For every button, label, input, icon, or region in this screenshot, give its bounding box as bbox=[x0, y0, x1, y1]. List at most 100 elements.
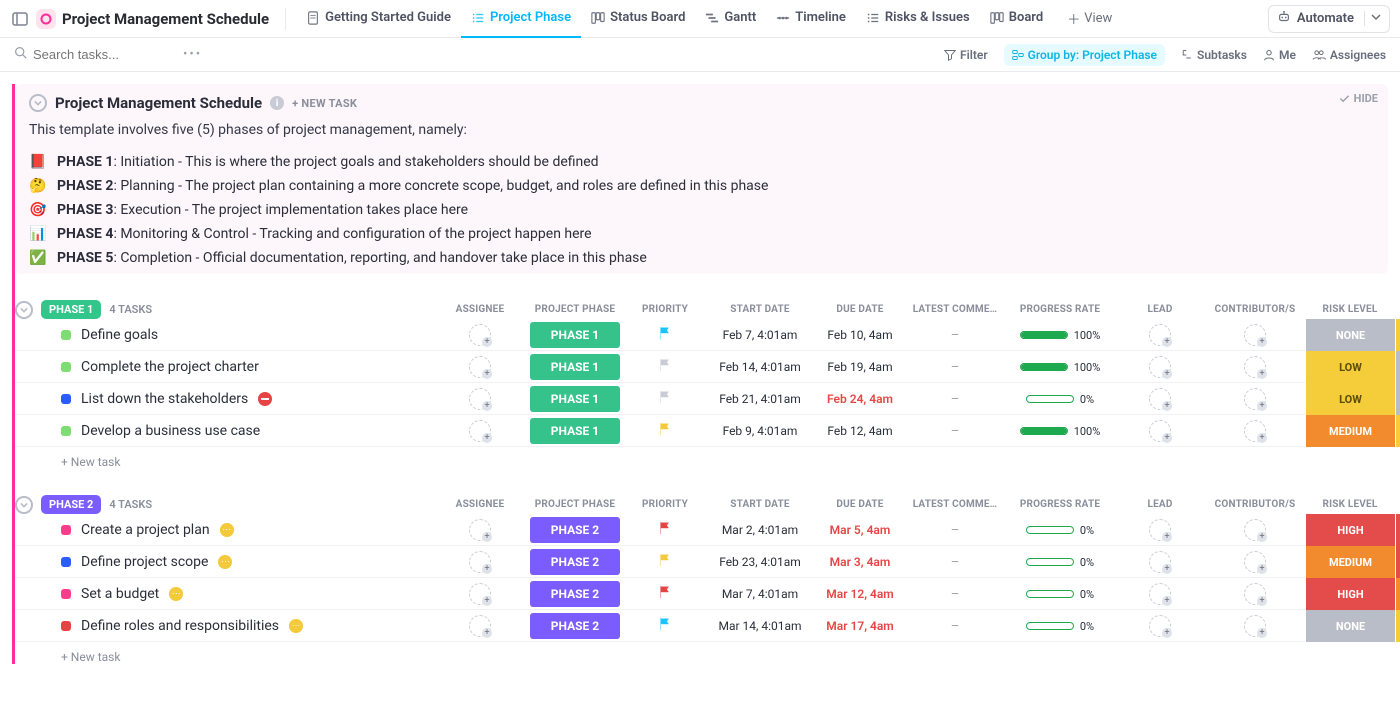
add-view-button[interactable]: ＋ View bbox=[1059, 9, 1120, 28]
add-lead-icon[interactable] bbox=[1149, 519, 1171, 541]
automate-button[interactable]: Automate bbox=[1268, 5, 1390, 33]
phase-cell[interactable]: PHASE 2 bbox=[525, 517, 625, 543]
task-row[interactable]: Define goals PHASE 1Feb 7, 4:01amFeb 10,… bbox=[15, 319, 1388, 351]
more-icon[interactable]: ••• bbox=[183, 47, 202, 62]
issue-level[interactable]: MEDIUM bbox=[1395, 578, 1400, 610]
priority-cell[interactable] bbox=[625, 617, 705, 635]
task-row[interactable]: Define roles and responsibilities ⋯PHASE… bbox=[15, 610, 1388, 642]
group-badge[interactable]: PHASE 2 bbox=[41, 495, 101, 514]
column-header[interactable]: CONTRIBUTOR/S bbox=[1205, 499, 1305, 510]
new-task-button[interactable]: + NEW TASK bbox=[292, 97, 357, 110]
status-square[interactable] bbox=[61, 589, 71, 599]
add-contributor-icon[interactable] bbox=[1244, 420, 1266, 442]
tab-risks-issues[interactable]: Risks & Issues bbox=[856, 0, 980, 38]
add-lead-icon[interactable] bbox=[1149, 388, 1171, 410]
filter-button[interactable]: Filter bbox=[944, 48, 988, 62]
contributors-cell[interactable] bbox=[1205, 324, 1305, 346]
assignee-cell[interactable] bbox=[435, 356, 525, 378]
priority-cell[interactable] bbox=[625, 553, 705, 571]
add-contributor-icon[interactable] bbox=[1244, 324, 1266, 346]
add-assignee-icon[interactable] bbox=[469, 324, 491, 346]
progress-cell[interactable]: 100% bbox=[1005, 425, 1115, 438]
panel-title[interactable]: Project Management Schedule bbox=[55, 94, 262, 112]
latest-comment[interactable]: – bbox=[905, 523, 1005, 538]
assignee-cell[interactable] bbox=[435, 420, 525, 442]
lead-cell[interactable] bbox=[1115, 583, 1205, 605]
task-title[interactable]: Set a budget bbox=[81, 586, 159, 602]
issue-level[interactable]: LOW bbox=[1395, 610, 1400, 642]
start-date[interactable]: Feb 14, 4:01am bbox=[705, 360, 815, 374]
risk-level[interactable]: LOW bbox=[1305, 351, 1395, 383]
status-square[interactable] bbox=[61, 362, 71, 372]
status-square[interactable] bbox=[61, 330, 71, 340]
due-date[interactable]: Mar 12, 4am bbox=[815, 587, 905, 601]
groupby-button[interactable]: Group by: Project Phase bbox=[1004, 44, 1165, 66]
start-date[interactable]: Mar 7, 4:01am bbox=[705, 587, 815, 601]
latest-comment[interactable]: – bbox=[905, 619, 1005, 634]
add-lead-icon[interactable] bbox=[1149, 583, 1171, 605]
add-contributor-icon[interactable] bbox=[1244, 356, 1266, 378]
latest-comment[interactable]: – bbox=[905, 424, 1005, 439]
task-title[interactable]: Define project scope bbox=[81, 554, 208, 570]
progress-cell[interactable]: 0% bbox=[1005, 524, 1115, 537]
tab-timeline[interactable]: Timeline bbox=[766, 0, 856, 38]
progress-cell[interactable]: 0% bbox=[1005, 556, 1115, 569]
new-task-button[interactable]: + New task bbox=[15, 642, 1388, 664]
add-assignee-icon[interactable] bbox=[469, 615, 491, 637]
start-date[interactable]: Feb 7, 4:01am bbox=[705, 328, 815, 342]
progress-cell[interactable]: 0% bbox=[1005, 620, 1115, 633]
column-header[interactable]: PRIORITY bbox=[625, 499, 705, 510]
column-header[interactable]: RISK LEVEL bbox=[1305, 499, 1395, 510]
task-row[interactable]: Create a project plan ⋯PHASE 2Mar 2, 4:0… bbox=[15, 514, 1388, 546]
tab-project-phase[interactable]: Project Phase bbox=[461, 0, 581, 38]
due-date[interactable]: Feb 24, 4am bbox=[815, 392, 905, 406]
add-contributor-icon[interactable] bbox=[1244, 519, 1266, 541]
add-contributor-icon[interactable] bbox=[1244, 583, 1266, 605]
issue-level[interactable]: LOW bbox=[1395, 319, 1400, 351]
phase-cell[interactable]: PHASE 2 bbox=[525, 613, 625, 639]
contributors-cell[interactable] bbox=[1205, 420, 1305, 442]
task-row[interactable]: Develop a business use case PHASE 1Feb 9… bbox=[15, 415, 1388, 447]
group-badge[interactable]: PHASE 1 bbox=[41, 300, 101, 319]
due-date[interactable]: Feb 12, 4am bbox=[815, 424, 905, 438]
due-date[interactable]: Mar 3, 4am bbox=[815, 555, 905, 569]
task-title[interactable]: Complete the project charter bbox=[81, 359, 259, 375]
assignee-cell[interactable] bbox=[435, 519, 525, 541]
lead-cell[interactable] bbox=[1115, 519, 1205, 541]
risk-level[interactable]: LOW bbox=[1305, 383, 1395, 415]
info-icon[interactable]: i bbox=[270, 96, 284, 110]
status-square[interactable] bbox=[61, 557, 71, 567]
column-header[interactable]: RISK LEVEL bbox=[1305, 304, 1395, 315]
lead-cell[interactable] bbox=[1115, 356, 1205, 378]
add-assignee-icon[interactable] bbox=[469, 519, 491, 541]
assignee-cell[interactable] bbox=[435, 615, 525, 637]
contributors-cell[interactable] bbox=[1205, 615, 1305, 637]
column-header[interactable]: PROJECT PHASE bbox=[525, 304, 625, 315]
priority-cell[interactable] bbox=[625, 390, 705, 408]
project-title[interactable]: Project Management Schedule bbox=[62, 10, 269, 28]
latest-comment[interactable]: – bbox=[905, 328, 1005, 343]
add-assignee-icon[interactable] bbox=[469, 551, 491, 573]
start-date[interactable]: Mar 14, 4:01am bbox=[705, 619, 815, 633]
add-assignee-icon[interactable] bbox=[469, 356, 491, 378]
status-square[interactable] bbox=[61, 394, 71, 404]
task-row[interactable]: List down the stakeholders PHASE 1Feb 21… bbox=[15, 383, 1388, 415]
priority-cell[interactable] bbox=[625, 422, 705, 440]
subtasks-button[interactable]: Subtasks bbox=[1181, 48, 1247, 62]
priority-cell[interactable] bbox=[625, 358, 705, 376]
issue-level[interactable]: NONE bbox=[1395, 383, 1400, 415]
column-header[interactable]: START DATE bbox=[705, 499, 815, 510]
risk-level[interactable]: MEDIUM bbox=[1305, 546, 1395, 578]
me-button[interactable]: Me bbox=[1263, 48, 1296, 62]
column-header[interactable]: LEAD bbox=[1115, 499, 1205, 510]
task-title[interactable]: Define roles and responsibilities bbox=[81, 618, 279, 634]
risk-level[interactable]: HIGH bbox=[1305, 578, 1395, 610]
task-row[interactable]: Complete the project charter PHASE 1 Feb … bbox=[15, 351, 1388, 383]
lead-cell[interactable] bbox=[1115, 388, 1205, 410]
phase-cell[interactable]: PHASE 1 bbox=[525, 354, 625, 380]
due-date[interactable]: Feb 10, 4am bbox=[815, 328, 905, 342]
add-assignee-icon[interactable] bbox=[469, 420, 491, 442]
status-square[interactable] bbox=[61, 426, 71, 436]
column-header[interactable]: LEAD bbox=[1115, 304, 1205, 315]
priority-cell[interactable] bbox=[625, 585, 705, 603]
